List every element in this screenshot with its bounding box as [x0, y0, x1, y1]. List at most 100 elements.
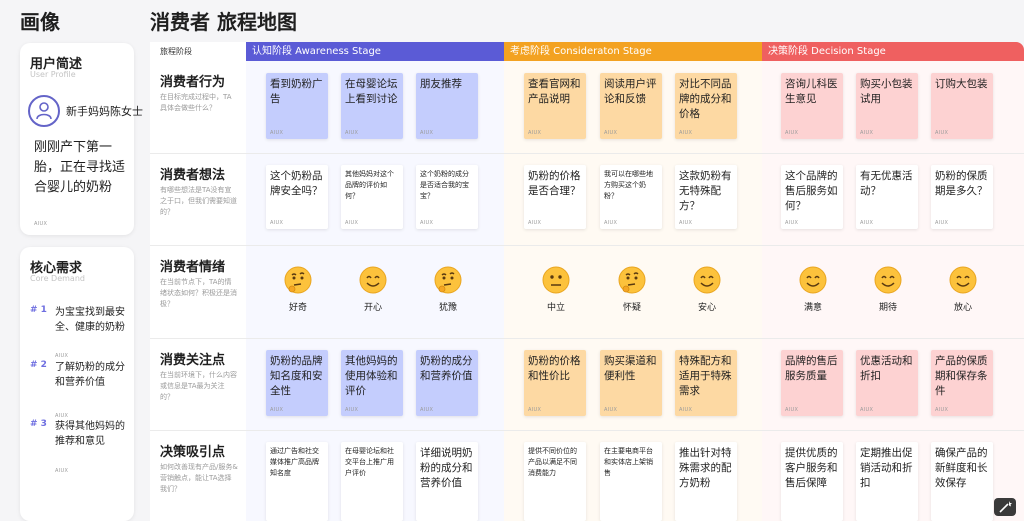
aux-tag: AIUX [420, 220, 434, 226]
aux-tag: AIUX [860, 220, 874, 226]
magic-tool-button[interactable] [994, 498, 1016, 516]
emotion-label: 中立 [546, 303, 565, 313]
sticky-note[interactable]: 阅读用户评论和反馈 AIUX [600, 73, 662, 139]
profile-subtitle: User Profile [30, 70, 76, 79]
demand-text: 获得其他妈妈的推荐和意见 [55, 421, 125, 447]
note-text: 这款奶粉有无特殊配方？ [679, 170, 732, 212]
note-text: 特殊配方和适用于特殊需求 [679, 355, 732, 397]
sticky-note[interactable]: 这款奶粉有无特殊配方？ AIUX [675, 165, 737, 229]
magic-wand-icon [999, 501, 1012, 513]
emotion-label: 开心 [363, 303, 382, 313]
sticky-note[interactable]: 定期推出促销活动和折扣 [856, 442, 918, 521]
sticky-note[interactable]: 有无优惠活动？ AIUX [856, 165, 918, 229]
sticky-note[interactable]: 这个奶粉的成分是否适合我的宝宝？ AIUX [416, 165, 478, 229]
note-text: 奶粉的成分和营养价值 [420, 355, 473, 382]
row-title: 消费者情绪 [160, 260, 226, 275]
aux-tag: AIUX [935, 407, 949, 413]
aux-tag: AIUX [420, 130, 434, 136]
smiling-face-icon [799, 266, 827, 294]
sticky-note[interactable]: 朋友推荐 AIUX [416, 73, 478, 139]
row-title: 消费关注点 [160, 353, 226, 368]
sticky-note[interactable]: 详细说明奶粉的成分和营养价值 [416, 442, 478, 521]
note-text: 这个奶粉的成分是否适合我的宝宝？ [420, 170, 469, 200]
sticky-note[interactable]: 这个品牌的售后服务如何？ AIUX [781, 165, 843, 229]
stage-header-decision: 决策阶段 Decision Stage [762, 42, 1024, 61]
note-text: 阅读用户评论和反馈 [604, 78, 657, 105]
aux-tag: AIUX [528, 220, 542, 226]
row-label-emotions: 消费者情绪 在当前节点下，TA的情绪状态如何？积极还是消极？ [150, 246, 246, 338]
row-label-concerns: 消费关注点 在当前环境下，什么内容或信息是TA最为关注的？ [150, 339, 246, 430]
sticky-note[interactable]: 奶粉的保质期是多久？ AIUX [931, 165, 993, 229]
thinking-face-icon [284, 266, 312, 294]
aux-tag: AIUX [270, 220, 284, 226]
journey-map-canvas: 画像 消费者 旅程地图 用户简述 User Profile 新手妈妈陈女士 刚刚… [0, 0, 1024, 521]
row-title: 消费者行为 [160, 75, 226, 90]
note-text: 奶粉的品牌知名度和安全性 [270, 355, 323, 397]
emotion-label: 怀疑 [622, 303, 641, 313]
aux-tag: AIUX [679, 407, 693, 413]
aux-tag: AIUX [679, 130, 693, 136]
sticky-note[interactable]: 在主要电商平台和实体店上架销售 [600, 442, 662, 521]
sticky-note[interactable]: 在母婴论坛上看到讨论 AIUX [341, 73, 403, 139]
note-text: 购买渠道和便利性 [604, 355, 657, 382]
row-divider [150, 430, 1024, 431]
aux-tag: AIUX [345, 407, 359, 413]
note-text: 奶粉的价格是否合理？ [528, 170, 581, 197]
sticky-note[interactable]: 通过广告和社交媒体推广高品牌知名度 [266, 442, 328, 521]
stage-row-label: 旅程阶段 [150, 42, 246, 61]
sticky-note[interactable]: 奶粉的品牌知名度和安全性 AIUX [266, 350, 328, 416]
sticky-note[interactable]: 对比不同品牌的成分和价格 AIUX [675, 73, 737, 139]
sticky-note[interactable]: 提供不同价位的产品以满足不同消费能力 [524, 442, 586, 521]
note-text: 我可以在哪些地方购买这个奶粉？ [604, 170, 653, 200]
sticky-note[interactable]: 购买渠道和便利性 AIUX [600, 350, 662, 416]
sticky-note[interactable]: 奶粉的成分和营养价值 AIUX [416, 350, 478, 416]
sticky-note[interactable]: 咨询儿科医生意见 AIUX [781, 73, 843, 139]
emotion-item: 开心 [348, 266, 398, 313]
sticky-note[interactable]: 其他妈妈的使用体验和评价 AIUX [341, 350, 403, 416]
note-text: 其他妈妈的使用体验和评价 [345, 355, 398, 397]
sticky-note[interactable]: 查看官网和产品说明 AIUX [524, 73, 586, 139]
sticky-note[interactable]: 奶粉的价格是否合理？ AIUX [524, 165, 586, 229]
note-text: 对比不同品牌的成分和价格 [679, 78, 732, 120]
note-text: 有无优惠活动？ [860, 170, 913, 197]
aux-tag: AIUX [935, 220, 949, 226]
sticky-note[interactable]: 品牌的售后服务质量 AIUX [781, 350, 843, 416]
aux-tag: AIUX [345, 130, 359, 136]
persona-name: 新手妈妈陈女士 [66, 105, 143, 118]
avatar [28, 95, 60, 127]
sticky-note[interactable]: 这个奶粉品牌安全吗？ AIUX [266, 165, 328, 229]
smiling-face-icon [359, 266, 387, 294]
aux-tag: AIUX [420, 407, 434, 413]
row-label-thoughts: 消费者想法 有哪些想法是TA没有宣之于口，但我们需要知道的？ [150, 154, 246, 245]
row-divider [150, 153, 1024, 154]
emotion-item: 好奇 [273, 266, 323, 313]
aux-tag: AIUX [55, 353, 69, 359]
sticky-note[interactable]: 提供优质的客户服务和售后保障 [781, 442, 843, 521]
row-title: 决策吸引点 [160, 445, 226, 460]
sticky-note[interactable]: 奶粉的价格和性价比 AIUX [524, 350, 586, 416]
sticky-note[interactable]: 确保产品的新鲜度和长效保存 [931, 442, 993, 521]
thinking-face-icon [434, 266, 462, 294]
sticky-note[interactable]: 在母婴论坛和社交平台上推广用户评价 [341, 442, 403, 521]
sticky-note[interactable]: 特殊配方和适用于特殊需求 AIUX [675, 350, 737, 416]
note-text: 产品的保质期和保存条件 [935, 355, 988, 397]
note-text: 其他妈妈对这个品牌的评价如何？ [345, 170, 394, 200]
aux-tag: AIUX [785, 130, 799, 136]
sticky-note[interactable]: 优惠活动和折扣 AIUX [856, 350, 918, 416]
emotion-item: 满意 [788, 266, 838, 313]
aux-tag: AIUX [604, 220, 618, 226]
demand-subtitle: Core Demand [30, 274, 85, 283]
emotion-item: 安心 [682, 266, 732, 313]
emotion-item: 怀疑 [607, 266, 657, 313]
sticky-note[interactable]: 我可以在哪些地方购买这个奶粉？ AIUX [600, 165, 662, 229]
aux-tag: AIUX [679, 220, 693, 226]
sticky-note[interactable]: 推出针对特殊需求的配方奶粉 [675, 442, 737, 521]
note-text: 确保产品的新鲜度和长效保存 [935, 447, 988, 489]
sticky-note[interactable]: 购买小包装试用 AIUX [856, 73, 918, 139]
stage-header-awareness: 认知阶段 Awareness Stage [246, 42, 504, 61]
sticky-note[interactable]: 产品的保质期和保存条件 AIUX [931, 350, 993, 416]
aux-tag: AIUX [270, 130, 284, 136]
sticky-note[interactable]: 看到奶粉广告 AIUX [266, 73, 328, 139]
sticky-note[interactable]: 其他妈妈对这个品牌的评价如何？ AIUX [341, 165, 403, 229]
sticky-note[interactable]: 订购大包装 AIUX [931, 73, 993, 139]
